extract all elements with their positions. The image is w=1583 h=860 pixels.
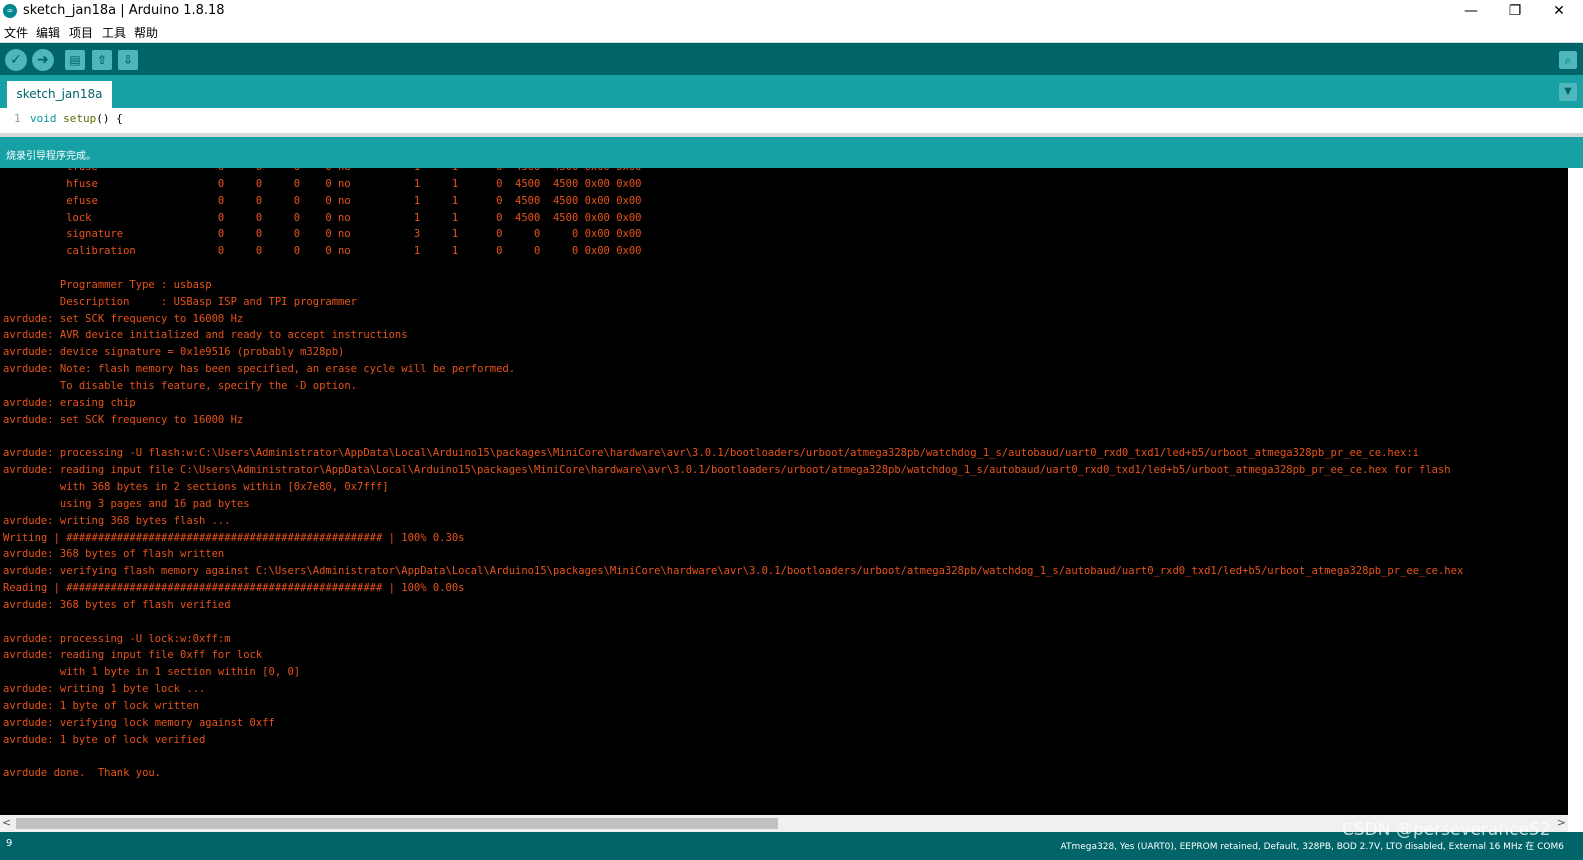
console-line: avrdude: erasing chip	[3, 396, 136, 409]
menu-file[interactable]: 文件	[4, 24, 28, 41]
menu-bar: 文件 编辑 项目 工具 帮助	[0, 22, 1583, 43]
tab-sketch[interactable]: sketch_jan18a	[7, 81, 112, 108]
scroll-thumb[interactable]	[16, 818, 778, 829]
cursor-line-number: 9	[6, 838, 13, 849]
console-line: avrdude: 368 bytes of flash verified	[3, 598, 231, 611]
console-line: signature 0 0 0 0 no 3 1 0 0 0 0x00 0x00	[3, 228, 642, 241]
console-vertical-scrollbar[interactable]	[1568, 168, 1583, 815]
tab-menu-button[interactable]: ▼	[1559, 83, 1577, 101]
console-line: lock 0 0 0 0 no 1 1 0 4500 4500 0x00 0x0…	[3, 211, 642, 224]
scroll-right-icon[interactable]: >	[1557, 816, 1566, 829]
console-line: avrdude: writing 1 byte lock ...	[3, 683, 206, 696]
menu-help[interactable]: 帮助	[134, 24, 158, 41]
new-file-icon: ▤	[69, 53, 81, 67]
console-line: avrdude: verifying flash memory against …	[3, 565, 1464, 578]
console-line: avrdude: writing 368 bytes flash ...	[3, 514, 231, 527]
console-line: avrdude: verifying lock memory against 0…	[3, 716, 275, 729]
console-line: avrdude: set SCK frequency to 16000 Hz	[3, 312, 244, 325]
console-line: with 368 bytes in 2 sections within [0x7…	[3, 481, 389, 494]
new-button[interactable]: ▤	[65, 50, 85, 70]
console-line: avrdude: 368 bytes of flash written	[3, 548, 225, 561]
menu-tools[interactable]: 工具	[102, 24, 126, 41]
console-line: hfuse 0 0 0 0 no 1 1 0 4500 4500 0x00 0x…	[3, 177, 642, 190]
upload-button[interactable]: ➜	[32, 49, 54, 71]
arrow-right-icon: ➜	[37, 52, 49, 68]
line-number: 1	[14, 112, 21, 125]
menu-project[interactable]: 项目	[69, 24, 93, 41]
console-line: avrdude: processing -U lock:w:0xff:m	[3, 632, 231, 645]
code-function: setup	[63, 112, 97, 125]
console-line: avrdude: Note: flash memory has been spe…	[3, 363, 516, 376]
console-line: avrdude: reading input file 0xff for loc…	[3, 649, 263, 662]
console-line: avrdude: set SCK frequency to 16000 Hz	[3, 413, 244, 426]
open-button[interactable]: ⇧	[92, 50, 112, 70]
console-output[interactable]: lfuse 0 0 0 0 no 1 1 0 4500 4500 0x00 0x…	[0, 168, 1568, 815]
board-info: ATmega328, Yes (UART0), EEPROM retained,…	[1060, 842, 1564, 852]
toolbar: ✓ ➜ ▤ ⇧ ⇩ ⌕	[0, 43, 1583, 75]
window-title: sketch_jan18a | Arduino 1.8.18	[23, 3, 225, 18]
watermark: CSDN @perseverance52	[1342, 820, 1551, 840]
console-line: lfuse 0 0 0 0 no 1 1 0 4500 4500 0x00 0x…	[3, 168, 1463, 176]
console-line: with 1 byte in 1 section within [0, 0]	[3, 666, 301, 679]
code-rest: () {	[96, 112, 123, 125]
menu-edit[interactable]: 编辑	[36, 24, 60, 41]
console-line: avrdude: processing -U flash:w:C:\Users\…	[3, 447, 1420, 460]
magnifier-icon: ⌕	[1564, 53, 1572, 67]
console-line: calibration 0 0 0 0 no 1 1 0 0 0 0x00 0x…	[3, 245, 642, 258]
console-line: Reading | ##############################…	[3, 582, 465, 595]
status-message: 烧录引导程序完成。	[6, 151, 96, 162]
title-bar: ∞ sketch_jan18a | Arduino 1.8.18 — ❐ ✕	[0, 0, 1583, 22]
console-line: Description : USBasp ISP and TPI program…	[3, 295, 358, 308]
code-line[interactable]: void setup() {	[30, 112, 123, 125]
console-line: avrdude: 1 byte of lock written	[3, 700, 199, 712]
arduino-logo-icon: ∞	[3, 4, 17, 18]
status-bar: 烧录引导程序完成。	[0, 137, 1583, 168]
console-lines: lfuse 0 0 0 0 no 1 1 0 4500 4500 0x00 0x…	[3, 168, 1463, 782]
restore-button[interactable]: ❐	[1493, 0, 1537, 22]
close-button[interactable]: ✕	[1537, 0, 1581, 22]
console-line: using 3 pages and 16 pad bytes	[3, 497, 250, 510]
console-line: avrdude: reading input file C:\Users\Adm…	[3, 464, 1451, 477]
console-line: Writing | ##############################…	[3, 531, 465, 544]
code-editor[interactable]: 1 void setup() {	[0, 108, 1583, 133]
serial-monitor-button[interactable]: ⌕	[1559, 51, 1577, 69]
chevron-down-icon: ▼	[1564, 86, 1572, 97]
check-icon: ✓	[10, 52, 22, 68]
console-line: avrdude: device signature = 0x1e9516 (pr…	[3, 346, 345, 359]
console-horizontal-scrollbar[interactable]: < >	[0, 815, 1568, 832]
scroll-left-icon[interactable]: <	[2, 816, 11, 829]
console-line: To disable this feature, specify the -D …	[3, 379, 358, 392]
console-line: avrdude: AVR device initialized and read…	[3, 329, 408, 342]
console-line: avrdude: 1 byte of lock verified	[3, 733, 206, 746]
console-line: avrdude done. Thank you.	[3, 767, 162, 780]
verify-button[interactable]: ✓	[5, 49, 27, 71]
console-line: Programmer Type : usbasp	[3, 278, 212, 291]
tab-bar: sketch_jan18a ▼	[0, 75, 1583, 108]
arrow-down-icon: ⇩	[122, 53, 134, 67]
minimize-button[interactable]: —	[1449, 0, 1493, 22]
save-button[interactable]: ⇩	[118, 50, 138, 70]
console-line: efuse 0 0 0 0 no 1 1 0 4500 4500 0x00 0x…	[3, 194, 642, 207]
code-keyword: void	[30, 112, 57, 125]
arrow-up-icon: ⇧	[96, 53, 108, 67]
